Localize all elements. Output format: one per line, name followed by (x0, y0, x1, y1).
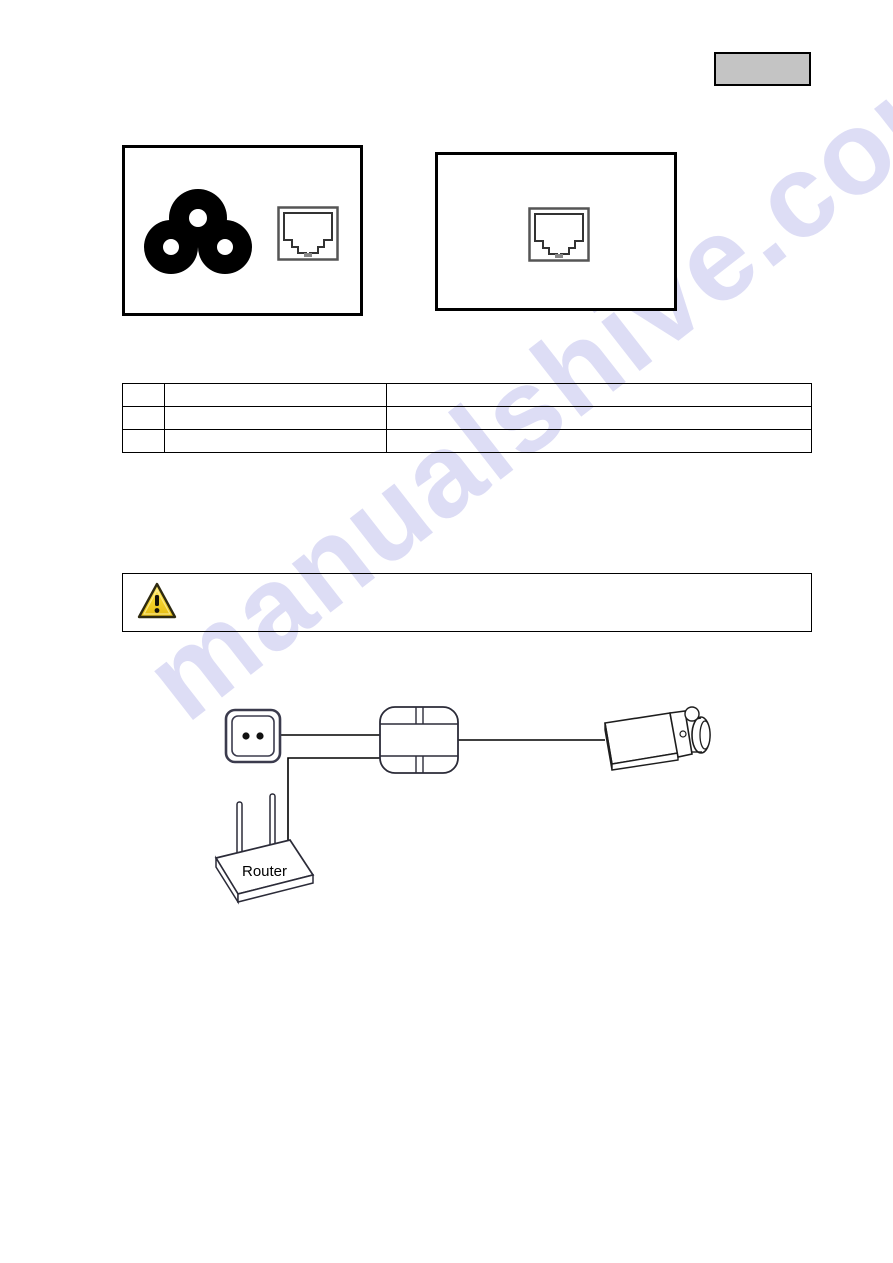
panel-right (435, 152, 677, 311)
warning-note-box (122, 573, 812, 632)
watermark-text: manualshive.com (121, 13, 893, 746)
table-cell-name (163, 406, 387, 430)
ip-camera-node (604, 706, 711, 771)
table-cell-num (122, 429, 165, 453)
table-row (122, 406, 813, 430)
table-row (122, 383, 813, 407)
document-page: manualshive.com Router (0, 0, 893, 1263)
table-cell-name (163, 383, 387, 407)
poe-adapter-node (379, 706, 459, 774)
router-label: Router (242, 863, 287, 880)
rj45-connector-icon (528, 207, 590, 262)
power-connector-icon (144, 189, 252, 274)
connection-diagram: Router (214, 706, 711, 905)
power-outlet-node (224, 708, 282, 764)
panel-left (122, 145, 363, 316)
header-label-box (714, 52, 811, 86)
table-cell-num (122, 406, 165, 430)
table-cell-desc (385, 383, 813, 407)
table-cell-desc (385, 429, 813, 453)
table-row (122, 429, 813, 453)
warning-triangle-icon (137, 582, 177, 619)
connector-table (122, 383, 813, 453)
table-cell-num (122, 383, 165, 407)
rj45-connector-icon (277, 206, 339, 261)
link-adapter-router (287, 757, 380, 858)
router-node: Router (214, 793, 315, 905)
table-cell-name (163, 429, 387, 453)
table-cell-desc (385, 406, 813, 430)
